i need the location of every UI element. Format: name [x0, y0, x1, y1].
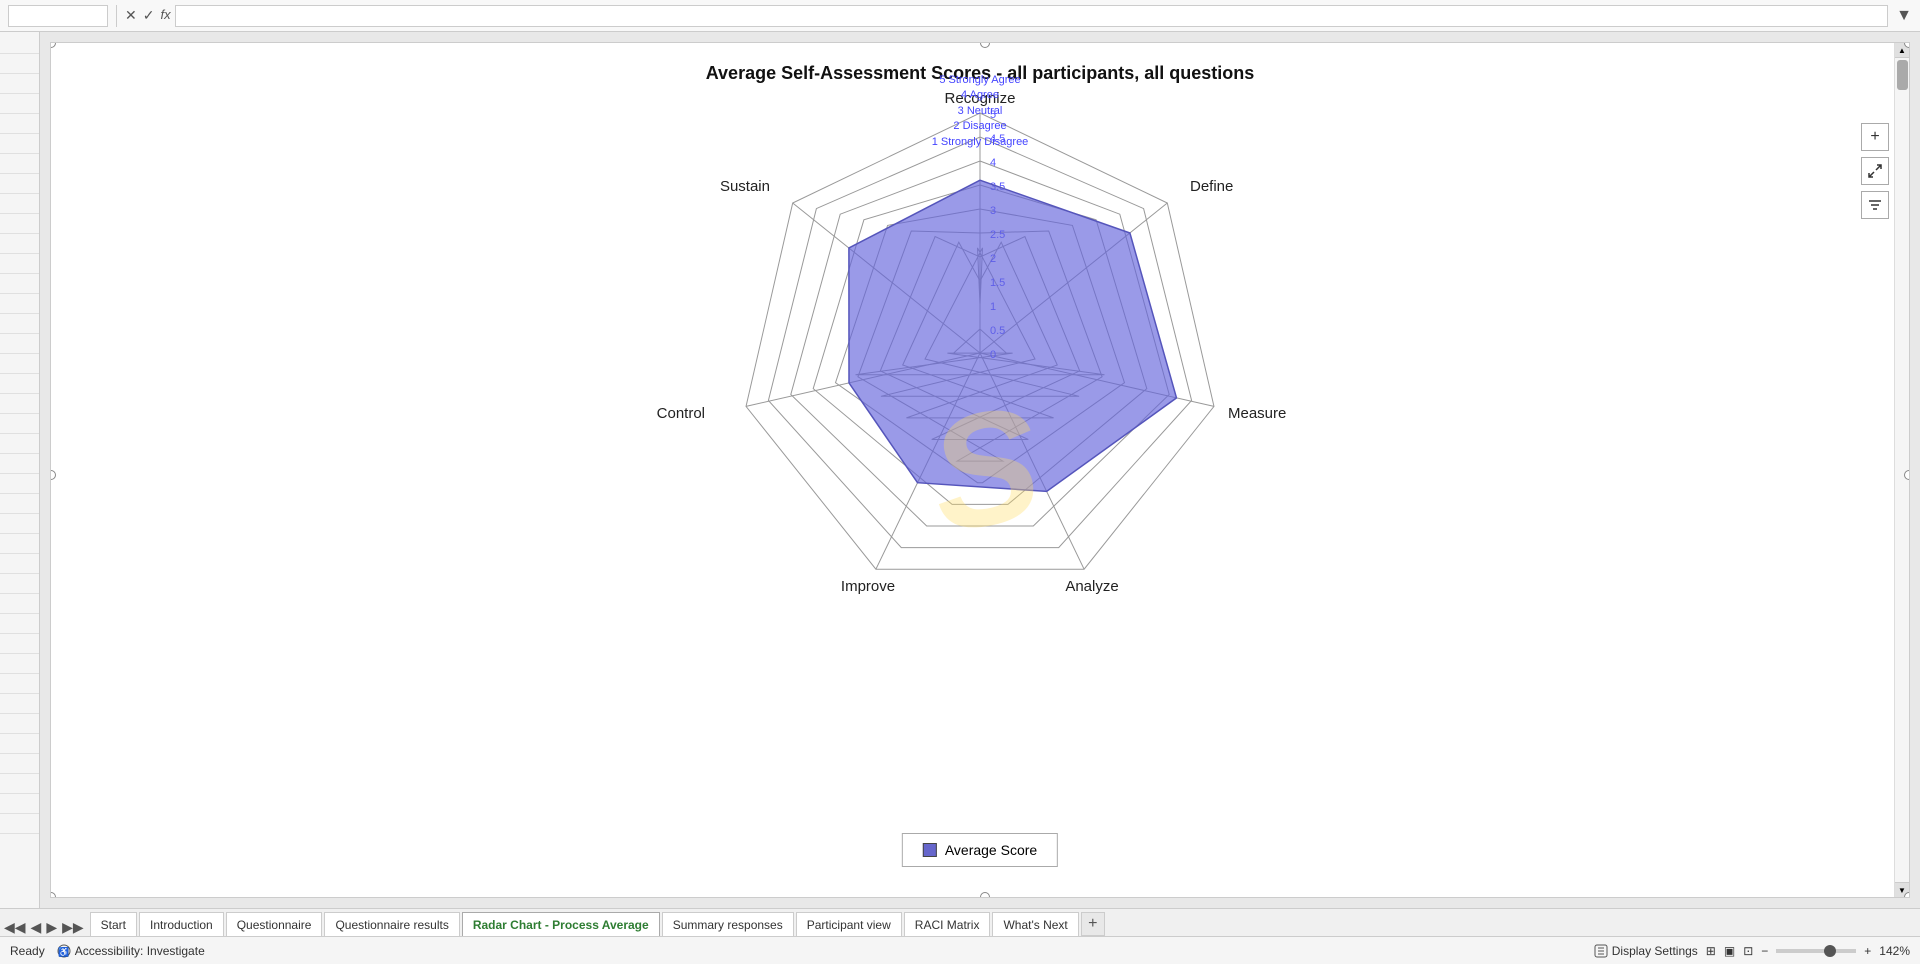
chart-controls: +	[1861, 123, 1889, 219]
sheet-tabs-bar: ◀◀ ◀ ▶ ▶▶ Start Introduction Questionnai…	[0, 908, 1920, 936]
display-settings-icon	[1594, 944, 1608, 958]
formula-expand-icon[interactable]: ▼	[1896, 7, 1912, 25]
zoom-out-button[interactable]: −	[1761, 944, 1768, 958]
tab-nav-last[interactable]: ▶▶	[62, 919, 84, 936]
view-break-icon[interactable]: ⊡	[1743, 944, 1753, 958]
legend-label: Average Score	[945, 842, 1037, 858]
zoom-slider-thumb[interactable]	[1824, 945, 1836, 957]
scale-label-3: 3 Neutral	[932, 104, 1029, 119]
tab-participant-view[interactable]: Participant view	[796, 912, 902, 936]
scrollbar-thumb[interactable]	[1897, 60, 1908, 90]
view-page-icon[interactable]: ▣	[1724, 944, 1735, 958]
resize-icon	[1867, 163, 1883, 179]
axis-label-improve: Improve	[841, 578, 895, 595]
accessibility-status: ♿ Accessibility: Investigate	[57, 944, 205, 958]
formula-bar: ✕ ✓ fx ▼	[0, 0, 1920, 32]
handle-mid-left[interactable]	[50, 470, 56, 480]
axis-label-measure: Measure	[1228, 405, 1286, 422]
tab-raci-matrix[interactable]: RACI Matrix	[904, 912, 991, 936]
tab-questionnaire-results[interactable]: Questionnaire results	[324, 912, 459, 936]
scale-label-5: 5 Strongly Agree	[932, 73, 1029, 88]
chart-container[interactable]: Average Self-Assessment Scores - all par…	[50, 42, 1910, 898]
formula-icons: ✕ ✓ fx	[125, 7, 171, 24]
expand-chart-button[interactable]: +	[1861, 123, 1889, 151]
status-ready: Ready	[10, 944, 45, 958]
tab-whats-next[interactable]: What's Next	[992, 912, 1078, 936]
handle-bottom-mid[interactable]	[980, 892, 990, 898]
tab-nav-first[interactable]: ◀◀	[4, 919, 26, 936]
axis-label-control: Control	[657, 405, 705, 422]
scale-label-1: 1 Strongly Disagree	[932, 135, 1029, 150]
scale-value-4: 4	[990, 157, 996, 169]
view-normal-icon[interactable]: ⊞	[1706, 944, 1716, 958]
zoom-in-button[interactable]: +	[1864, 944, 1871, 958]
accessibility-icon: ♿	[57, 944, 71, 958]
resize-chart-button[interactable]	[1861, 157, 1889, 185]
handle-mid-right[interactable]	[1904, 470, 1910, 480]
legend-swatch	[923, 843, 937, 857]
row-gutter	[0, 32, 40, 908]
add-sheet-button[interactable]: +	[1081, 912, 1105, 936]
cell-reference-input[interactable]	[8, 5, 108, 27]
zoom-area: Display Settings ⊞ ▣ ⊡ − + 142%	[1594, 944, 1910, 958]
tab-radar-chart[interactable]: Radar Chart - Process Average	[462, 912, 660, 936]
tab-nav-prev[interactable]: ◀	[31, 919, 42, 936]
axis-label-sustain: Sustain	[720, 178, 770, 195]
formula-input[interactable]	[175, 5, 1889, 27]
axis-label-analyze: Analyze	[1065, 578, 1118, 595]
data-polygon	[849, 180, 1177, 491]
handle-bottom-left[interactable]	[50, 892, 56, 898]
filter-icon	[1867, 197, 1883, 213]
tab-questionnaire[interactable]: Questionnaire	[226, 912, 323, 936]
main-area: Average Self-Assessment Scores - all par…	[0, 32, 1920, 908]
handle-bottom-right[interactable]	[1904, 892, 1910, 898]
zoom-slider[interactable]	[1776, 949, 1856, 953]
cancel-formula-icon[interactable]: ✕	[125, 7, 137, 24]
insert-function-icon[interactable]: fx	[160, 7, 170, 24]
tab-summary-responses[interactable]: Summary responses	[662, 912, 794, 936]
svg-text:♿: ♿	[58, 946, 69, 957]
scale-label-2: 2 Disagree	[932, 119, 1029, 134]
tab-start[interactable]: Start	[90, 912, 137, 936]
zoom-level: 142%	[1879, 944, 1910, 958]
status-bar: Ready ♿ Accessibility: Investigate Displ…	[0, 936, 1920, 964]
scale-label-4: 4 Agree	[932, 88, 1029, 103]
confirm-formula-icon[interactable]: ✓	[143, 7, 155, 24]
scale-legend: 5 Strongly Agree 4 Agree 3 Neutral 2 Dis…	[932, 73, 1029, 150]
tab-introduction[interactable]: Introduction	[139, 912, 224, 936]
formula-divider	[116, 5, 117, 27]
filter-chart-button[interactable]	[1861, 191, 1889, 219]
display-settings[interactable]: Display Settings	[1594, 944, 1698, 958]
axis-label-define: Define	[1190, 178, 1233, 195]
tab-nav-next[interactable]: ▶	[46, 919, 57, 936]
tab-nav-arrows: ◀◀ ◀ ▶ ▶▶	[4, 919, 84, 936]
chart-legend: Average Score	[902, 833, 1058, 867]
